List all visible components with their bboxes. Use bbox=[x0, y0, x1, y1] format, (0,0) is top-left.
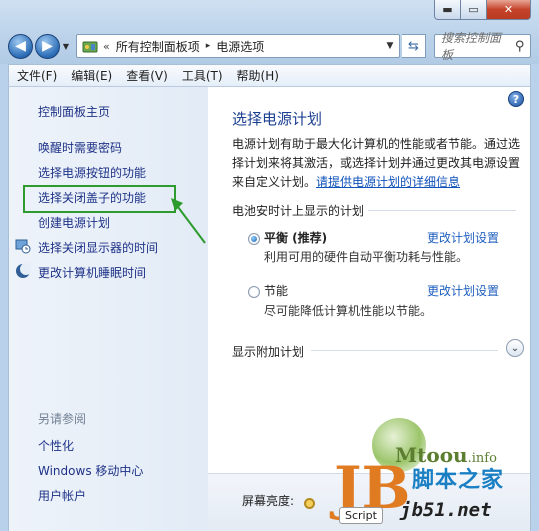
power-saver-plan-description: 尽可能降低计算机性能以节能。 bbox=[264, 304, 433, 318]
sleep-time-link[interactable]: 更改计算机睡眠时间 bbox=[38, 264, 146, 281]
search-icon[interactable]: ⚲ bbox=[509, 39, 530, 54]
close-icon: ✕ bbox=[503, 3, 514, 16]
watermark-script-badge: Script bbox=[339, 507, 383, 524]
caption-buttons: ▬ ▭ ✕ bbox=[434, 0, 531, 20]
plans-group-title: 电池安时计上显示的计划 bbox=[232, 204, 365, 218]
power-saver-change-settings-link[interactable]: 更改计划设置 bbox=[427, 282, 499, 299]
power-saver-plan-name[interactable]: 节能 bbox=[264, 282, 288, 299]
highlight-annotation-box bbox=[23, 185, 176, 213]
power-saver-radio[interactable] bbox=[248, 286, 260, 298]
balanced-change-settings-link[interactable]: 更改计划设置 bbox=[427, 229, 499, 246]
additional-plans-divider bbox=[311, 350, 498, 351]
help-icon[interactable]: ? bbox=[508, 91, 524, 107]
menu-tools[interactable]: 工具(T) bbox=[182, 67, 223, 84]
brightness-sun-icon bbox=[304, 498, 315, 509]
watermark-domain: jb51.net bbox=[400, 499, 492, 521]
expand-chevron-icon[interactable]: ⌄ bbox=[506, 339, 524, 357]
search-box[interactable]: 搜索控制面板 ⚲ bbox=[434, 31, 531, 62]
mobility-center-link[interactable]: Windows 移动中心 bbox=[38, 462, 143, 479]
group-divider bbox=[368, 210, 516, 211]
menu-bar: 文件(F) 编辑(E) 查看(V) 工具(T) 帮助(H) bbox=[8, 64, 531, 87]
balanced-plan-name[interactable]: 平衡 (推荐) bbox=[264, 229, 327, 246]
power-button-link[interactable]: 选择电源按钮的功能 bbox=[38, 164, 146, 181]
page-description: 电源计划有助于最大化计算机的性能或者节能。通过选择计划来将其激活，或选择计划并通… bbox=[232, 135, 522, 192]
close-button[interactable]: ✕ bbox=[487, 0, 531, 20]
watermark-chinese: 脚本之家 bbox=[412, 468, 505, 493]
recent-pages-dropdown[interactable]: ▼ bbox=[60, 42, 72, 51]
refresh-button[interactable]: ⇆ bbox=[402, 34, 426, 58]
balanced-plan-radio[interactable] bbox=[248, 233, 260, 245]
annotation-arrow-icon bbox=[171, 198, 206, 244]
task-pane: 控制面板主页 唤醒时需要密码 选择电源按钮的功能 选择关闭盖子的功能 创建电源计… bbox=[9, 87, 208, 531]
window-chrome: ▬ ▭ ✕ ◀ ▶ ▼ « 所有控制面板项 ▸ 电源选项 ▼ ⇆ 搜索控制面板 … bbox=[0, 0, 539, 64]
breadcrumb-separator-icon[interactable]: ▸ bbox=[206, 41, 211, 51]
address-bar[interactable]: « 所有控制面板项 ▸ 电源选项 ▼ bbox=[76, 34, 400, 58]
control-panel-home-link[interactable]: 控制面板主页 bbox=[38, 103, 110, 120]
create-plan-link[interactable]: 创建电源计划 bbox=[38, 214, 110, 231]
search-placeholder: 搜索控制面板 bbox=[441, 31, 502, 62]
forward-arrow-icon: ▶ bbox=[42, 38, 53, 54]
forward-button[interactable]: ▶ bbox=[35, 33, 60, 59]
plan-details-link[interactable]: 请提供电源计划的详细信息 bbox=[316, 175, 460, 189]
wake-password-link[interactable]: 唤醒时需要密码 bbox=[38, 139, 122, 156]
display-timer-icon bbox=[15, 238, 31, 254]
minimize-icon: ▬ bbox=[442, 3, 453, 16]
menu-help[interactable]: 帮助(H) bbox=[237, 67, 279, 84]
address-dropdown-icon[interactable]: ▼ bbox=[381, 41, 399, 51]
maximize-icon: ▭ bbox=[468, 3, 479, 16]
maximize-button[interactable]: ▭ bbox=[461, 0, 487, 20]
page-title: 选择电源计划 bbox=[232, 110, 323, 128]
refresh-icon: ⇆ bbox=[408, 38, 419, 54]
menu-file[interactable]: 文件(F) bbox=[17, 67, 57, 84]
user-accounts-link[interactable]: 用户帐户 bbox=[38, 487, 86, 504]
control-panel-icon bbox=[81, 39, 99, 53]
sleep-moon-icon bbox=[15, 263, 32, 279]
balanced-plan-description: 利用可用的硬件自动平衡功耗与性能。 bbox=[264, 250, 469, 264]
display-off-time-link[interactable]: 选择关闭显示器的时间 bbox=[38, 239, 158, 256]
menu-view[interactable]: 查看(V) bbox=[126, 67, 168, 84]
see-also-heading: 另请参阅 bbox=[38, 412, 87, 426]
back-button[interactable]: ◀ bbox=[8, 33, 33, 59]
breadcrumb-all-items[interactable]: 所有控制面板项 bbox=[116, 38, 200, 55]
address-chevrons[interactable]: « bbox=[103, 40, 110, 53]
navigation-row: ◀ ▶ ▼ « 所有控制面板项 ▸ 电源选项 ▼ ⇆ 搜索控制面板 ⚲ bbox=[8, 31, 531, 62]
show-additional-plans-label[interactable]: 显示附加计划 bbox=[232, 343, 304, 360]
minimize-button[interactable]: ▬ bbox=[434, 0, 461, 20]
breadcrumb-power-options[interactable]: 电源选项 bbox=[216, 38, 264, 55]
personalization-link[interactable]: 个性化 bbox=[38, 437, 74, 454]
back-arrow-icon: ◀ bbox=[15, 38, 26, 54]
menu-edit[interactable]: 编辑(E) bbox=[71, 67, 112, 84]
brightness-label: 屏幕亮度: bbox=[242, 494, 295, 508]
